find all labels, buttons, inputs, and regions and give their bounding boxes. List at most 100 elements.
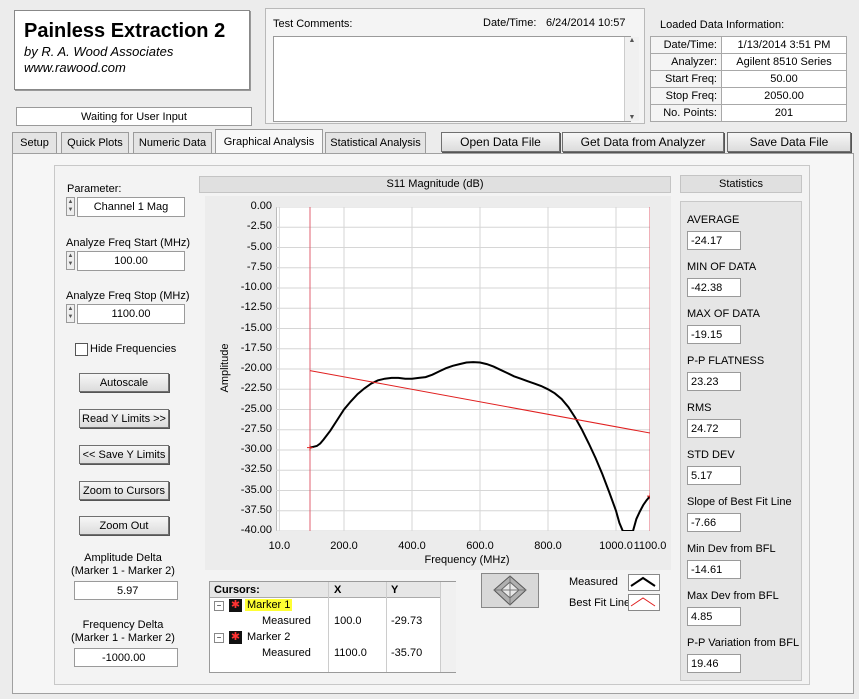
- y-tick-label: -12.50: [240, 301, 272, 314]
- y-tick-label: -2.50: [246, 220, 272, 233]
- y-tick-label: -5.00: [246, 240, 272, 253]
- cursor-move-control[interactable]: [481, 573, 539, 608]
- info-value: Agilent 8510 Series: [721, 53, 847, 71]
- title-box: Painless Extraction 2 by R. A. Wood Asso…: [14, 10, 250, 90]
- loaded-info-title: Loaded Data Information:: [660, 19, 785, 31]
- tab-numeric-data[interactable]: Numeric Data: [133, 132, 212, 153]
- stat-label: AVERAGE: [687, 214, 740, 226]
- app-title: Painless Extraction 2: [24, 20, 226, 42]
- freq-start-spinner[interactable]: ▲ ▼: [66, 251, 75, 270]
- y-tick-label: -7.50: [246, 260, 272, 273]
- legend-measured-swatch[interactable]: [628, 574, 660, 591]
- frequency-delta-value: -1000.00: [102, 651, 146, 664]
- freq-stop-input[interactable]: 1100.00: [77, 304, 185, 324]
- cursors-header-y: Y: [391, 584, 399, 596]
- open-data-file-button[interactable]: Open Data File: [441, 132, 560, 152]
- y-tick-label: -30.00: [240, 443, 272, 455]
- marker1-y: -29.73: [391, 615, 423, 627]
- scroll-down-icon[interactable]: ▼: [625, 114, 639, 121]
- stat-label: P-P FLATNESS: [687, 355, 765, 367]
- y-axis-label: Amplitude: [219, 343, 231, 393]
- x-tick-label: 800.0: [534, 540, 562, 552]
- test-comments-input[interactable]: [273, 36, 631, 122]
- freq-stop-spinner[interactable]: ▲ ▼: [66, 304, 75, 323]
- stat-label: Slope of Best Fit Line: [687, 496, 792, 508]
- legend-measured-line-icon: [630, 576, 656, 587]
- stat-label: MIN OF DATA: [687, 261, 757, 273]
- info-label: Analyzer:: [650, 53, 722, 71]
- save-y-limits-button[interactable]: << Save Y Limits: [79, 445, 169, 464]
- stat-value: 23.23: [687, 372, 741, 391]
- info-label: No. Points:: [650, 104, 722, 122]
- marker2-label[interactable]: Marker 2: [247, 631, 290, 643]
- x-tick-label: 1100.0: [633, 540, 667, 552]
- marker1-label[interactable]: Marker 1: [245, 599, 293, 611]
- freq-start-input[interactable]: 100.00: [77, 251, 185, 271]
- stat-value: -42.38: [687, 278, 741, 297]
- save-data-file-button[interactable]: Save Data File: [727, 132, 851, 152]
- legend-bestfit-swatch[interactable]: [628, 594, 660, 611]
- plot-legend: Measured Best Fit Line: [563, 572, 660, 612]
- info-label: Start Freq:: [650, 70, 722, 88]
- x-tick-label: 200.0: [330, 540, 358, 552]
- info-value: 2050.00: [721, 87, 847, 105]
- collapse-icon[interactable]: −: [214, 601, 224, 611]
- marker2-icon: ✱: [229, 631, 242, 644]
- stat-value: -7.66: [687, 513, 741, 532]
- move-diamond-icon[interactable]: [482, 574, 538, 607]
- info-value: 50.00: [721, 70, 847, 88]
- marker1-icon: ✱: [229, 599, 242, 612]
- app-author: by R. A. Wood Associates: [24, 44, 174, 59]
- stat-label: RMS: [687, 402, 712, 414]
- marker2-y: -35.70: [391, 647, 423, 659]
- amplitude-delta-sublabel: (Marker 1 - Marker 2): [71, 565, 175, 577]
- tab-quick-plots[interactable]: Quick Plots: [61, 132, 129, 153]
- autoscale-button[interactable]: Autoscale: [79, 373, 169, 392]
- parameter-spinner[interactable]: ▲ ▼: [66, 197, 75, 216]
- cursors-header-x: X: [334, 584, 342, 596]
- hide-frequencies-checkbox[interactable]: [75, 343, 88, 356]
- y-tick-label: 0.00: [250, 200, 272, 212]
- cursors-col-divider: [328, 582, 329, 672]
- y-tick-label: -25.00: [240, 402, 272, 415]
- stat-label: STD DEV: [687, 449, 735, 461]
- parameter-label: Parameter:: [67, 183, 122, 195]
- freq-start-label: Analyze Freq Start (MHz): [66, 237, 191, 249]
- marker1-sub: Measured: [262, 615, 311, 627]
- parameter-select[interactable]: Channel 1 Mag: [77, 197, 185, 217]
- datetime-value: 6/24/2014 10:57: [546, 17, 626, 29]
- comments-scrollbar[interactable]: ▲ ▼: [624, 37, 639, 121]
- tab-statistical-analysis[interactable]: Statistical Analysis: [325, 132, 426, 153]
- info-value: 201: [721, 104, 847, 122]
- scroll-up-icon[interactable]: ▲: [625, 37, 639, 44]
- legend-bestfit-line-icon: [630, 597, 656, 607]
- x-tick-label: 10.0: [268, 540, 291, 552]
- cursors-table[interactable]: Cursors: X Y − ✱ Marker 1 Measured 100.0…: [209, 581, 456, 673]
- zoom-to-cursors-button[interactable]: Zoom to Cursors: [79, 481, 169, 500]
- collapse-icon[interactable]: −: [214, 633, 224, 643]
- stat-value: 24.72: [687, 419, 741, 438]
- y-tick-label: -10.00: [240, 281, 272, 293]
- tab-graphical-analysis[interactable]: Graphical Analysis: [215, 129, 323, 154]
- x-tick-label: 600.0: [466, 540, 494, 552]
- app-website: www.rawood.com: [24, 60, 126, 75]
- zoom-out-button[interactable]: Zoom Out: [79, 516, 169, 535]
- amplitude-delta-label: Amplitude Delta: [84, 552, 162, 564]
- plot-area[interactable]: [276, 207, 650, 531]
- stat-label: P-P Variation from BFL: [687, 637, 800, 649]
- amplitude-delta-value: 5.97: [117, 584, 139, 597]
- stat-value: 5.17: [687, 466, 741, 485]
- marker2-x: 1100.0: [334, 647, 367, 659]
- test-comments-label: Test Comments:: [273, 18, 353, 30]
- tab-setup[interactable]: Setup: [12, 132, 57, 153]
- info-value: 1/13/2014 3:51 PM: [721, 36, 847, 54]
- stat-value: 4.85: [687, 607, 741, 626]
- stat-label: Max Dev from BFL: [687, 590, 779, 602]
- read-y-limits-button[interactable]: Read Y Limits >>: [79, 409, 169, 428]
- freq-stop-label: Analyze Freq Stop (MHz): [66, 290, 190, 302]
- cursors-scrollbar[interactable]: [440, 582, 456, 672]
- status-display: Waiting for User Input: [16, 107, 252, 126]
- marker1-x: 100.0: [334, 615, 362, 627]
- get-data-button[interactable]: Get Data from Analyzer: [562, 132, 724, 152]
- y-tick-label: -27.50: [240, 422, 272, 435]
